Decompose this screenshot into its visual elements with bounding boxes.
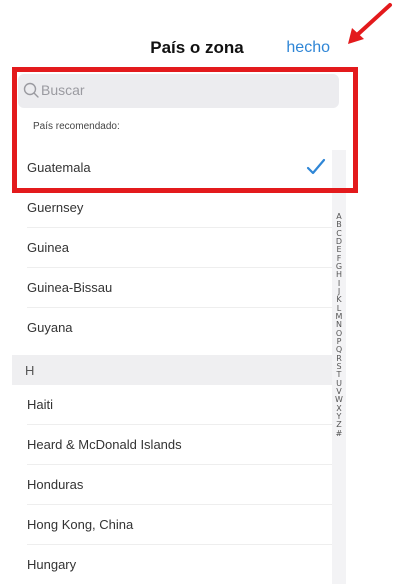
list-item[interactable]: Haiti <box>0 385 332 425</box>
list-item-label: Haiti <box>27 397 54 412</box>
search-input[interactable]: Buscar <box>18 74 339 108</box>
list-item-label: Honduras <box>27 477 84 492</box>
search-icon <box>23 82 39 98</box>
index-letter[interactable]: # <box>332 429 346 438</box>
list-item-label: Guinea <box>27 240 69 255</box>
list-item-label: Hong Kong, China <box>27 517 134 532</box>
list-item[interactable]: Guernsey <box>0 188 332 228</box>
section-header-h: H <box>12 355 332 385</box>
list-item-label: Hungary <box>27 557 77 572</box>
list-item-guatemala[interactable]: Guatemala <box>0 148 332 188</box>
recommended-label: País recomendado: <box>33 121 120 132</box>
list-item[interactable]: Honduras <box>0 465 332 505</box>
list-item-label: Guyana <box>27 320 73 335</box>
list-item[interactable]: Guyana <box>0 308 332 348</box>
section-letter: H <box>25 363 35 378</box>
page-title: País o zona <box>150 38 244 57</box>
list-item-label: Heard & McDonald Islands <box>27 437 182 452</box>
list-item[interactable]: Hong Kong, China <box>0 505 332 545</box>
list-item-label: Guinea-Bissau <box>27 280 113 295</box>
done-button[interactable]: hecho <box>286 39 330 57</box>
list-item[interactable]: Heard & McDonald Islands <box>0 425 332 465</box>
checkmark-icon <box>306 158 326 175</box>
list-item[interactable]: Guinea <box>0 228 332 268</box>
nav-bar: País o zona hecho <box>0 30 394 66</box>
list-item[interactable]: Hungary <box>0 545 332 584</box>
search-placeholder: Buscar <box>41 82 85 98</box>
list-item-label: Guernsey <box>27 200 84 215</box>
annotation-arrow-icon <box>348 3 392 44</box>
section-index[interactable]: A B C D E F G H I J K L M N O P Q R S T U V W X Y Z # <box>332 212 346 438</box>
list-item[interactable]: Guinea-Bissau <box>0 268 332 308</box>
list-item-label: Guatemala <box>27 160 91 175</box>
